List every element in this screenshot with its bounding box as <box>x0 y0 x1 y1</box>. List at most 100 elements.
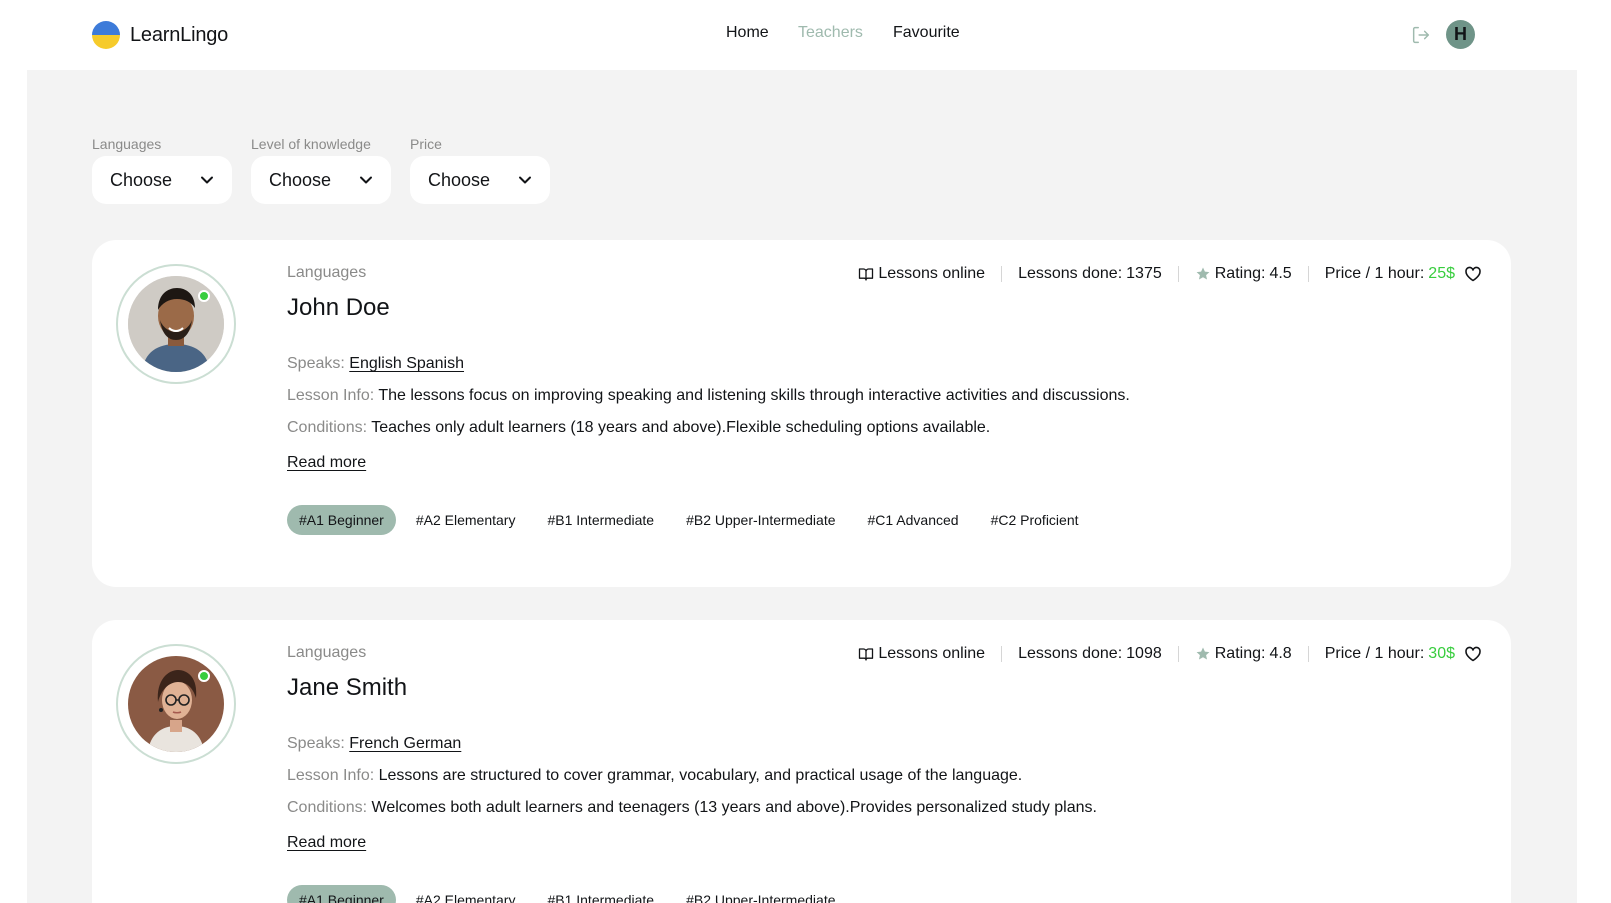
teacher-name: John Doe <box>287 294 390 321</box>
level-tag[interactable]: #B2 Upper-Intermediate <box>674 505 847 535</box>
teacher-photo-frame <box>116 264 236 384</box>
speaks-label: Speaks: <box>287 735 350 752</box>
star-icon <box>1196 267 1210 280</box>
teacher-stats: Lessons online Lessons done: 1375 Rating… <box>858 264 1483 284</box>
teacher-photo-frame <box>116 644 236 764</box>
conditions-row: Conditions: Welcomes both adult learners… <box>287 798 1483 818</box>
level-tags: #A1 Beginner #A2 Elementary #B1 Intermed… <box>287 885 1483 903</box>
rating-stat: Rating: 4.5 <box>1195 265 1292 283</box>
conditions-label: Conditions: <box>287 419 372 436</box>
read-more-link[interactable]: Read more <box>287 453 366 473</box>
teacher-name: Jane Smith <box>287 674 408 701</box>
teacher-card-content: Languages John Doe Lessons online Lesson… <box>287 264 1483 535</box>
lessons-done-label: Lessons done: <box>1018 645 1123 662</box>
stat-divider <box>1001 646 1003 662</box>
teacher-photo <box>128 656 224 752</box>
lessons-done-value: 1098 <box>1126 645 1162 662</box>
speaks-row: Speaks: English Spanish <box>287 354 1483 374</box>
conditions-label: Conditions: <box>287 799 372 816</box>
heart-icon[interactable] <box>1463 644 1483 664</box>
level-tag[interactable]: #B1 Intermediate <box>535 505 666 535</box>
level-select[interactable]: Choose <box>251 156 391 204</box>
lessons-online-stat: Lessons online <box>858 645 985 663</box>
teacher-card-content: Languages Jane Smith Lessons online Less… <box>287 644 1483 903</box>
filter-level: Level of knowledge Choose <box>251 136 391 204</box>
heart-icon[interactable] <box>1463 264 1483 284</box>
nav-teachers-link[interactable]: Teachers <box>798 24 893 42</box>
level-tag[interactable]: #A2 Elementary <box>404 885 528 903</box>
price-label: Price / 1 hour: <box>1324 265 1425 282</box>
lesson-info-label: Lesson Info: <box>287 387 379 404</box>
level-tag[interactable]: #A1 Beginner <box>287 885 396 903</box>
online-status-dot <box>198 290 210 302</box>
languages-select-value: Choose <box>110 169 173 190</box>
filter-price: Price Choose <box>410 136 550 204</box>
lessons-done-value: 1375 <box>1126 265 1162 282</box>
lessons-online-text: Lessons online <box>878 645 986 662</box>
price-stat: Price / 1 hour: 25$ <box>1325 265 1455 283</box>
filter-languages: Languages Choose <box>92 136 232 204</box>
level-tag[interactable]: #B2 Upper-Intermediate <box>674 885 847 903</box>
price-value: 30$ <box>1428 645 1455 662</box>
lesson-info-row: Lesson Info: The lessons focus on improv… <box>287 386 1483 406</box>
price-stat: Price / 1 hour: 30$ <box>1325 645 1455 663</box>
read-more-link[interactable]: Read more <box>287 833 366 853</box>
level-select-value: Choose <box>269 169 332 190</box>
site-header: LearnLingo Home Teachers Favourite H <box>0 0 1611 70</box>
level-tag[interactable]: #C2 Proficient <box>979 505 1091 535</box>
stat-divider <box>1001 266 1003 282</box>
logout-icon[interactable] <box>1410 24 1432 46</box>
teacher-info: Speaks: French German Lesson Info: Lesso… <box>287 734 1483 853</box>
conditions-value: Welcomes both adult learners and teenage… <box>371 799 1097 816</box>
lesson-info-label: Lesson Info: <box>287 767 379 784</box>
teacher-info: Speaks: English Spanish Lesson Info: The… <box>287 354 1483 473</box>
filter-price-label: Price <box>410 136 442 152</box>
lessons-online-stat: Lessons online <box>858 265 985 283</box>
filters-bar: Languages Choose Level of knowledge Choo… <box>92 136 550 204</box>
teacher-card: Languages Jane Smith Lessons online Less… <box>92 620 1511 903</box>
rating-value: 4.8 <box>1269 645 1292 662</box>
teacher-card: Languages John Doe Lessons online Lesson… <box>92 240 1511 587</box>
lesson-info-value: The lessons focus on improving speaking … <box>378 387 1130 404</box>
book-open-icon <box>859 648 874 661</box>
speaks-value: English Spanish <box>349 355 465 372</box>
speaks-row: Speaks: French German <box>287 734 1483 754</box>
conditions-row: Conditions: Teaches only adult learners … <box>287 418 1483 438</box>
user-avatar[interactable]: H <box>1446 20 1475 49</box>
stat-divider <box>1177 646 1179 662</box>
logo[interactable]: LearnLingo <box>92 21 228 49</box>
languages-select[interactable]: Choose <box>92 156 232 204</box>
teacher-photo <box>128 276 224 372</box>
rating-label: Rating: <box>1214 645 1266 662</box>
filter-level-label: Level of knowledge <box>251 136 371 152</box>
level-tag[interactable]: #C1 Advanced <box>856 505 971 535</box>
nav-favourite-link[interactable]: Favourite <box>893 24 960 42</box>
chevron-down-icon <box>360 176 372 184</box>
price-label: Price / 1 hour: <box>1324 645 1425 662</box>
lesson-info-row: Lesson Info: Lessons are structured to c… <box>287 766 1483 786</box>
stat-divider <box>1307 646 1309 662</box>
stat-divider <box>1307 266 1309 282</box>
teachers-page: Languages Choose Level of knowledge Choo… <box>27 70 1577 903</box>
lessons-done-stat: Lessons done: 1375 <box>1018 265 1162 283</box>
level-tag[interactable]: #B1 Intermediate <box>535 885 666 903</box>
logo-text: LearnLingo <box>130 23 229 46</box>
level-tag[interactable]: #A2 Elementary <box>404 505 528 535</box>
speaks-label: Speaks: <box>287 355 350 372</box>
teacher-stats: Lessons online Lessons done: 1098 Rating… <box>858 644 1483 664</box>
header-user-area: H <box>1410 20 1475 49</box>
rating-value: 4.5 <box>1269 265 1292 282</box>
level-tag[interactable]: #A1 Beginner <box>287 505 396 535</box>
lessons-online-text: Lessons online <box>878 265 986 282</box>
online-status-dot <box>198 670 210 682</box>
price-select[interactable]: Choose <box>410 156 550 204</box>
chevron-down-icon <box>519 176 531 184</box>
lesson-info-value: Lessons are structured to cover grammar,… <box>378 767 1023 784</box>
lessons-done-label: Lessons done: <box>1018 265 1123 282</box>
star-icon <box>1196 647 1210 660</box>
stat-divider <box>1177 266 1179 282</box>
rating-label: Rating: <box>1214 265 1266 282</box>
price-value: 25$ <box>1428 265 1455 282</box>
nav-home-link[interactable]: Home <box>726 24 798 42</box>
chevron-down-icon <box>201 176 213 184</box>
